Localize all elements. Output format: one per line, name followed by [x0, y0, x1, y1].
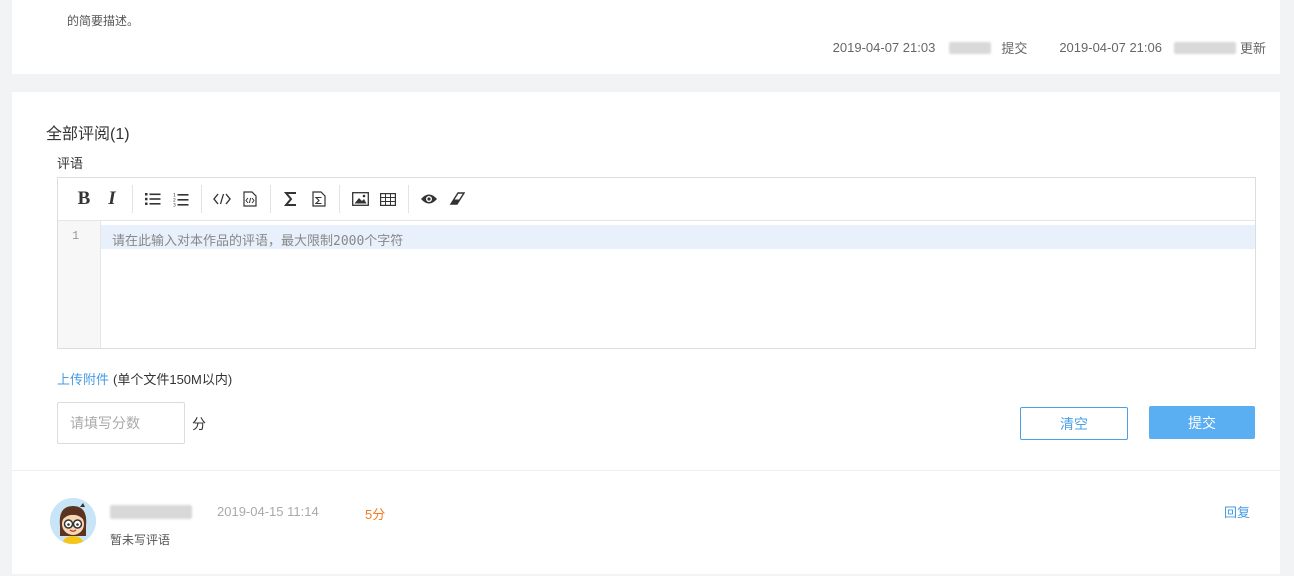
- editor-body[interactable]: 1 请在此输入对本作品的评语，最大限制2000个字符: [58, 221, 1255, 348]
- review-card: 全部评阅(1) 评语 B I 123 1 请在此输入对本作品的评语，最大限制20…: [12, 92, 1280, 574]
- ordered-list-icon[interactable]: 123: [167, 185, 195, 213]
- eraser-icon[interactable]: [443, 185, 471, 213]
- bold-icon[interactable]: B: [70, 185, 98, 213]
- preview-icon[interactable]: [415, 185, 443, 213]
- submitter-name-redacted: [949, 41, 992, 54]
- markdown-editor: B I 123 1 请在此输入对本作品的评语，最大限制2000个字符: [57, 177, 1256, 349]
- divider: [12, 470, 1280, 471]
- formula-block-icon[interactable]: [305, 185, 333, 213]
- upload-attachment-link[interactable]: 上传附件: [57, 372, 109, 387]
- svg-text:3: 3: [173, 202, 176, 207]
- code-icon[interactable]: [208, 185, 236, 213]
- image-icon[interactable]: [346, 185, 374, 213]
- submit-button[interactable]: 提交: [1149, 406, 1255, 439]
- submit-label: 提交: [1001, 41, 1028, 56]
- clear-button[interactable]: 清空: [1020, 407, 1128, 440]
- editor-toolbar: B I 123: [58, 178, 1255, 221]
- score-input[interactable]: [57, 402, 185, 444]
- submit-time: 2019-04-07 21:03: [832, 40, 936, 55]
- updater-name-redacted: [1173, 41, 1236, 54]
- avatar: [50, 498, 96, 544]
- section-title: 全部评阅(1): [46, 126, 130, 143]
- editor-placeholder[interactable]: 请在此输入对本作品的评语，最大限制2000个字符: [112, 230, 403, 249]
- unordered-list-icon[interactable]: [139, 185, 167, 213]
- update-time: 2019-04-07 21:06: [1059, 40, 1162, 55]
- work-info-card: 的简要描述。 2019-04-07 21:03 提交 2019-04-07 21…: [12, 0, 1280, 74]
- upload-row: 上传附件 (单个文件150M以内): [57, 369, 232, 388]
- update-label: 更新: [1239, 41, 1266, 56]
- comment-time: 2019-04-15 11:14: [217, 504, 319, 519]
- score-unit-label: 分: [192, 416, 206, 432]
- line-gutter: 1: [58, 221, 101, 348]
- code-block-icon[interactable]: [236, 185, 264, 213]
- upload-size-note: (单个文件150M以内): [113, 372, 233, 387]
- work-description: 的简要描述。: [67, 14, 140, 28]
- comment-label: 评语: [57, 156, 84, 171]
- formula-icon[interactable]: [277, 185, 305, 213]
- line-number: 1: [72, 229, 80, 243]
- italic-icon[interactable]: I: [98, 185, 126, 213]
- comment-text: 暂未写评语: [110, 533, 171, 547]
- comment-score: 5分: [365, 507, 386, 522]
- work-meta: 2019-04-07 21:03 提交 2019-04-07 21:06 更新: [833, 38, 1266, 57]
- reply-link[interactable]: 回复: [1224, 502, 1250, 521]
- table-icon[interactable]: [374, 185, 402, 213]
- commenter-name-redacted: [110, 505, 192, 519]
